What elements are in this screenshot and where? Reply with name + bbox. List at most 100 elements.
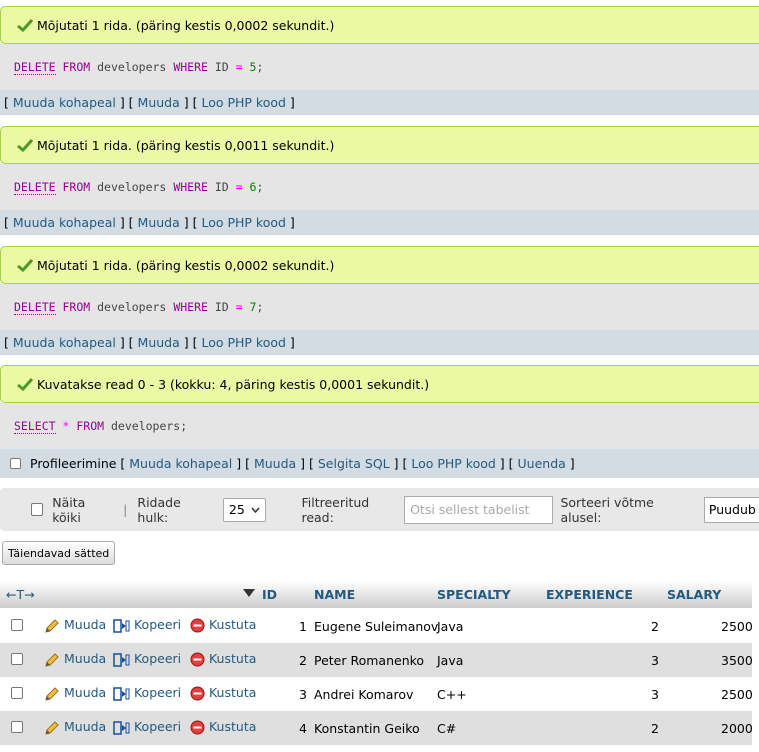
copy-action[interactable]: Kopeeri [113, 651, 181, 668]
pencil-icon [45, 686, 59, 701]
column-header-name[interactable]: NAME [314, 587, 355, 602]
select-result-message: Kuvatakse read 0 - 3 (kokku: 4, päring k… [0, 365, 759, 478]
edit-link[interactable]: Muuda [138, 335, 180, 350]
edit-action-label[interactable]: Muuda [64, 651, 106, 666]
create-php-code-link[interactable]: Loo PHP kood [411, 456, 496, 471]
row-checkbox[interactable] [11, 687, 23, 699]
edit-link[interactable]: Muuda [138, 95, 180, 110]
delete-action[interactable]: Kustuta [190, 617, 256, 633]
check-icon [17, 18, 33, 32]
cell-salary: 3500 [721, 653, 753, 668]
query-result-message: Mõjutati 1 rida. (päring kestis 0,0011 s… [0, 126, 759, 235]
sql-query: DELETE FROM developers WHERE ID = 6; [0, 164, 759, 210]
show-all-checkbox[interactable] [31, 503, 44, 516]
sql-terminator: ; [256, 60, 264, 74]
extra-options-button[interactable]: Täiendavad sätted [2, 541, 116, 565]
delete-action[interactable]: Kustuta [190, 685, 256, 701]
sql-field: ID [214, 180, 229, 194]
delete-action-label[interactable]: Kustuta [209, 685, 256, 700]
row-checkbox[interactable] [11, 619, 23, 631]
cell-salary: 2500 [721, 619, 753, 634]
success-text: Mõjutati 1 rida. (päring kestis 0,0002 s… [37, 257, 335, 273]
inline-edit-link[interactable]: Muuda kohapeal [129, 456, 232, 471]
query-links: Profileerimine [ Muuda kohapeal ] [ Muud… [0, 449, 759, 478]
inline-edit-link[interactable]: Muuda kohapeal [13, 335, 116, 350]
sql-query: SELECT * FROM developers; [0, 403, 759, 449]
create-php-code-link[interactable]: Loo PHP kood [201, 335, 286, 350]
delete-action-label[interactable]: Kustuta [209, 651, 256, 666]
column-header-experience[interactable]: EXPERIENCE [546, 587, 633, 602]
cell-specialty: C# [437, 721, 457, 736]
sql-keyword[interactable]: DELETE [14, 60, 56, 75]
sql-keyword: WHERE [173, 60, 208, 74]
sql-keyword[interactable]: SELECT [14, 419, 56, 434]
delete-action-label[interactable]: Kustuta [209, 617, 256, 632]
sql-operator: = [235, 300, 243, 314]
row-checkbox[interactable] [11, 721, 23, 733]
sql-keyword: WHERE [173, 180, 208, 194]
table-row: Muuda Kopeeri Kustuta 3 Andrei Komarov C++ 3… [0, 677, 753, 711]
cell-specialty: Java [437, 653, 464, 668]
delete-action-label[interactable]: Kustuta [209, 719, 256, 734]
query-result-message: Mõjutati 1 rida. (päring kestis 0,0002 s… [0, 6, 759, 115]
refresh-link[interactable]: Uuenda [518, 456, 566, 471]
edit-action-label[interactable]: Muuda [64, 685, 106, 700]
copy-action[interactable]: Kopeeri [113, 617, 181, 634]
column-header-salary[interactable]: SALARY [667, 587, 721, 602]
table-header: ←T→ ID NAME SPECIALTY EXPERIENCE SALARY [0, 581, 752, 608]
pencil-icon [45, 652, 59, 667]
inline-edit-link[interactable]: Muuda kohapeal [13, 215, 116, 230]
row-checkbox[interactable] [11, 653, 23, 665]
query-links: [ Muuda kohapeal ] [ Muuda ] [ Loo PHP k… [0, 210, 759, 235]
delete-action[interactable]: Kustuta [190, 651, 256, 667]
delete-icon [190, 652, 205, 667]
sql-keyword[interactable]: DELETE [14, 180, 56, 195]
check-icon [17, 258, 33, 272]
sql-operator: = [235, 180, 243, 194]
delete-action[interactable]: Kustuta [190, 719, 256, 735]
copy-action[interactable]: Kopeeri [113, 719, 181, 736]
pencil-icon [45, 618, 59, 633]
rows-per-page-select[interactable]: 25 [222, 497, 267, 522]
create-php-code-link[interactable]: Loo PHP kood [201, 215, 286, 230]
copy-action-label[interactable]: Kopeeri [134, 651, 181, 666]
profiling-label: Profileerimine [30, 456, 117, 471]
table-row: Muuda Kopeeri Kustuta 1 Eugene Suleimanov J… [0, 609, 753, 643]
column-header-specialty[interactable]: SPECIALTY [437, 587, 511, 602]
edit-link[interactable]: Muuda [254, 456, 296, 471]
sql-keyword: FROM [76, 419, 105, 433]
edit-action[interactable]: Muuda [44, 617, 106, 634]
inline-edit-link[interactable]: Muuda kohapeal [13, 95, 116, 110]
sql-keyword: FROM [62, 180, 91, 194]
check-icon [17, 138, 33, 152]
sql-keyword: FROM [62, 60, 91, 74]
filter-rows-input[interactable]: Otsi sellest tabelist [404, 495, 554, 524]
sql-value: 6 [249, 180, 257, 194]
sql-keyword[interactable]: DELETE [14, 300, 56, 315]
profiling-checkbox[interactable] [10, 458, 21, 469]
explain-sql-link[interactable]: Selgita SQL [318, 456, 390, 471]
cell-name: Peter Romanenko [314, 653, 425, 668]
sql-table: developers [97, 180, 167, 194]
copy-action-label[interactable]: Kopeeri [134, 719, 181, 734]
sql-field: ID [214, 300, 229, 314]
edit-action-label[interactable]: Muuda [64, 617, 106, 632]
edit-link[interactable]: Muuda [138, 215, 180, 230]
column-arrows-icon[interactable]: ←T→ [6, 587, 35, 602]
edit-action-label[interactable]: Muuda [64, 719, 106, 734]
create-php-code-link[interactable]: Loo PHP kood [201, 95, 286, 110]
edit-action[interactable]: Muuda [44, 685, 106, 702]
sort-by-key-select[interactable]: Puudub [703, 496, 759, 523]
separator: | [123, 502, 128, 517]
cell-name: Andrei Komarov [314, 687, 414, 702]
sql-star: * [62, 419, 70, 433]
copy-action-label[interactable]: Kopeeri [134, 685, 181, 700]
column-header-id[interactable]: ID [262, 587, 277, 602]
table-row: Muuda Kopeeri Kustuta 4 Konstantin Geiko C#… [0, 711, 753, 745]
edit-action[interactable]: Muuda [44, 719, 106, 736]
cell-name: Eugene Suleimanov [314, 619, 439, 634]
copy-action-label[interactable]: Kopeeri [134, 617, 181, 632]
copy-action[interactable]: Kopeeri [113, 685, 181, 702]
cell-experience: 2 [651, 721, 659, 736]
edit-action[interactable]: Muuda [44, 651, 106, 668]
